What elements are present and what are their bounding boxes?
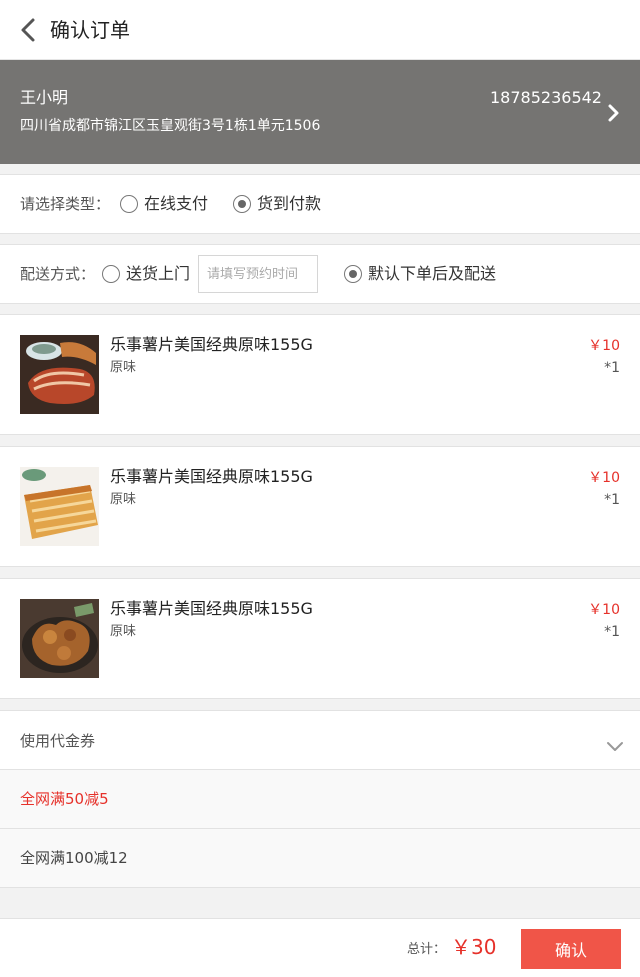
- product-quantity: *1: [604, 624, 620, 640]
- delivery-option-label: 送货上门: [126, 264, 191, 283]
- page-title: 确认订单: [50, 18, 130, 42]
- product-spec: 原味: [110, 360, 137, 375]
- back-button[interactable]: [16, 16, 42, 44]
- recipient-address: 四川省成都市锦江区玉皇观街3号1栋1单元1506: [20, 118, 321, 134]
- coupon-dropdown[interactable]: 使用代金券: [0, 710, 640, 770]
- product-image: [20, 599, 99, 678]
- product-quantity: *1: [604, 360, 620, 376]
- product-price: ￥10: [588, 602, 620, 618]
- payment-type-label: 请选择类型：: [20, 195, 111, 213]
- product-item[interactable]: 乐事薯片美国经典原味155G 原味 ￥10 *1: [0, 578, 640, 699]
- coupon-option[interactable]: 全网满50减5: [0, 770, 640, 829]
- radio-selected-icon: [233, 195, 251, 213]
- coupon-option[interactable]: 全网满100减12: [0, 829, 640, 888]
- address-card[interactable]: 王小明 18785236542 四川省成都市锦江区玉皇观街3号1栋1单元1506: [0, 60, 640, 164]
- product-item[interactable]: 乐事薯片美国经典原味155G 原味 ￥10 *1: [0, 314, 640, 435]
- radio-icon: [120, 195, 138, 213]
- coupon-label: 使用代金券: [20, 732, 96, 750]
- product-image: [20, 335, 99, 414]
- delivery-option-default[interactable]: 默认下单后及配送: [344, 264, 496, 284]
- payment-option-label: 货到付款: [257, 194, 322, 213]
- coupon-option-label: 全网满50减5: [20, 790, 109, 808]
- product-name: 乐事薯片美国经典原味155G: [110, 335, 313, 354]
- payment-option-label: 在线支付: [144, 194, 209, 213]
- payment-type-row: 请选择类型： 在线支付 货到付款: [0, 174, 640, 234]
- product-price: ￥10: [588, 470, 620, 486]
- delivery-option-door[interactable]: 送货上门: [102, 264, 190, 284]
- product-image: [20, 467, 99, 546]
- chevron-right-icon: [606, 100, 622, 126]
- product-name: 乐事薯片美国经典原味155G: [110, 467, 313, 486]
- total-amount: ￥30: [451, 935, 497, 959]
- radio-icon: [102, 265, 120, 283]
- top-bar: 确认订单: [0, 0, 640, 60]
- product-item[interactable]: 乐事薯片美国经典原味155G 原味 ￥10 *1: [0, 446, 640, 567]
- confirm-button[interactable]: 确认: [521, 929, 621, 969]
- product-spec: 原味: [110, 624, 137, 639]
- total-label: 总计：: [407, 942, 447, 957]
- delivery-option-label: 默认下单后及配送: [368, 264, 497, 283]
- payment-option-online[interactable]: 在线支付: [120, 194, 208, 214]
- product-spec: 原味: [110, 492, 137, 507]
- recipient-phone: 18785236542: [490, 88, 602, 107]
- delivery-method-label: 配送方式：: [20, 265, 96, 283]
- product-name: 乐事薯片美国经典原味155G: [110, 599, 313, 618]
- product-price: ￥10: [588, 338, 620, 354]
- chevron-left-icon: [21, 18, 35, 42]
- coupon-option-label: 全网满100减12: [20, 849, 128, 867]
- delivery-method-row: 配送方式： 送货上门 默认下单后及配送: [0, 244, 640, 304]
- appointment-time-input[interactable]: [198, 255, 318, 293]
- recipient-name: 王小明: [20, 88, 69, 107]
- radio-selected-icon: [344, 265, 362, 283]
- payment-option-cod[interactable]: 货到付款: [233, 194, 321, 214]
- product-quantity: *1: [604, 492, 620, 508]
- checkout-bar: 总计： ￥30 确认: [0, 918, 640, 977]
- chevron-down-icon: [606, 741, 624, 753]
